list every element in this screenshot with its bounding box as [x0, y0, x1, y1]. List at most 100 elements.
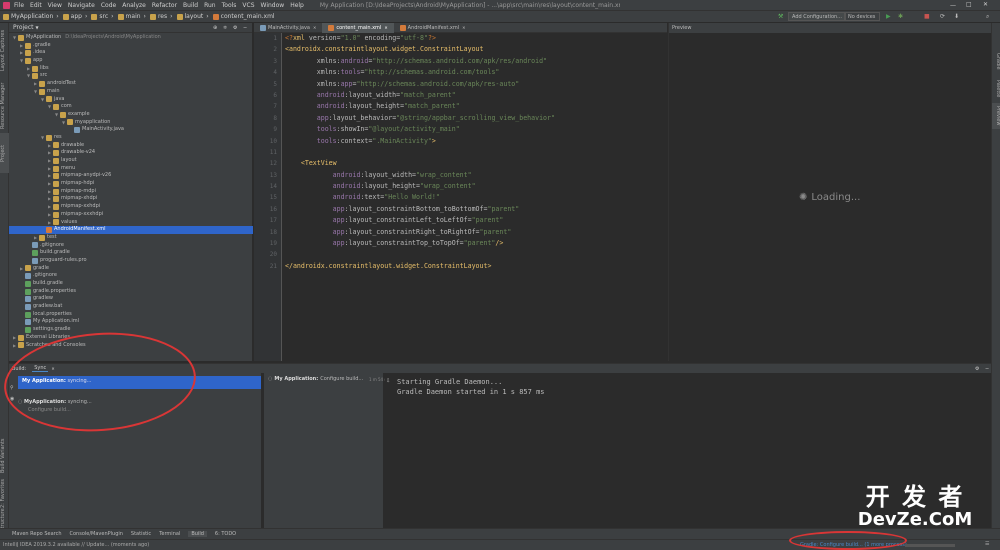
tree-item[interactable]: ▶ mipmap-mdpi [9, 188, 253, 196]
tree-item[interactable]: ▶ mipmap-xxhdpi [9, 203, 253, 211]
build-variants-tool-tab[interactable]: Build Variants [0, 433, 9, 478]
tree-item[interactable]: ▶ values [9, 219, 253, 227]
breadcrumb-item[interactable]: content_main.xml [212, 13, 275, 20]
preview-tool-tab[interactable]: Preview [992, 103, 1000, 129]
tree-item[interactable]: .gitignore [9, 272, 253, 280]
tree-item[interactable]: ▶ .gradle [9, 42, 253, 50]
tree-item[interactable]: My Application.iml [9, 318, 253, 326]
tree-item[interactable]: ▼ main [9, 88, 253, 96]
search-icon[interactable]: ⌕ [986, 13, 989, 21]
close-icon[interactable]: ✕ [983, 1, 988, 8]
tree-item[interactable]: ▶ menu [9, 165, 253, 173]
menu-item-build[interactable]: Build [183, 2, 198, 9]
tool-tab-console-mavenplugin[interactable]: Console/MavenPlugin [70, 531, 123, 537]
debug-icon[interactable]: ✱ [898, 13, 903, 20]
code-editor[interactable]: <?xml version="1.0" encoding="utf-8"?> <a… [285, 33, 665, 272]
menu-item-help[interactable]: Help [290, 2, 304, 9]
menu-item-refactor[interactable]: Refactor [152, 2, 177, 9]
gear-icon[interactable]: ⚙ [975, 366, 979, 372]
tree-item[interactable]: ▶ mipmap-xhdpi [9, 195, 253, 203]
tree-item[interactable]: ▼ example [9, 111, 253, 119]
close-icon[interactable]: ✕ [384, 25, 387, 30]
tool-tab-build[interactable]: Build [188, 531, 207, 537]
breadcrumb-item[interactable]: app › [62, 13, 87, 20]
minimize-icon[interactable]: — [950, 2, 956, 9]
add-configuration-button[interactable]: Add Configuration... [788, 12, 846, 21]
menu-item-analyze[interactable]: Analyze [122, 2, 146, 9]
menu-item-run[interactable]: Run [204, 2, 216, 9]
tree-item[interactable]: settings.gradle [9, 326, 253, 334]
breadcrumb-item[interactable]: res › [149, 13, 173, 20]
tree-item[interactable]: build.gradle [9, 249, 253, 257]
tool-tab-6-todo[interactable]: 6: TODO [215, 531, 236, 537]
tree-item[interactable]: .gitignore [9, 242, 253, 250]
editor-tab[interactable]: AndroidManifest.xml ✕ [394, 23, 472, 33]
menu-item-file[interactable]: File [14, 2, 24, 9]
tree-item[interactable]: ▼ myapplication [9, 119, 253, 127]
favorites-tool-tab[interactable]: 2: Favorites [0, 478, 9, 508]
sdk-manager-icon[interactable]: ⬇ [954, 13, 959, 20]
run-icon[interactable]: ▶ [886, 13, 891, 20]
tree-item[interactable]: build.gradle [9, 280, 253, 288]
hide-icon[interactable]: − [243, 25, 247, 31]
tree-item[interactable]: ▼ com [9, 103, 253, 111]
tree-item[interactable]: ▶ drawable-v24 [9, 149, 253, 157]
menu-item-edit[interactable]: Edit [30, 2, 42, 9]
hammer-icon[interactable]: ⚒ [778, 13, 783, 20]
tree-item[interactable]: gradle.properties [9, 288, 253, 296]
tree-item[interactable]: ▼ app [9, 57, 253, 65]
tree-item[interactable]: AndroidManifest.xml [9, 226, 253, 234]
layout-captures-tool-tab[interactable]: Layout Captures [0, 25, 9, 75]
build-output[interactable]: Starting Gradle Daemon... Gradle Daemon s… [385, 373, 991, 529]
status-message[interactable]: IntelliJ IDEA 2019.3.2 available // Upda… [3, 542, 149, 548]
chevron-down-icon[interactable]: ▼ [36, 25, 39, 30]
tree-item[interactable]: ▶ test [9, 234, 253, 242]
breadcrumb-item[interactable]: src › [91, 13, 114, 20]
sync-icon[interactable]: ⟳ [940, 13, 945, 20]
tree-item[interactable]: gradlew.bat [9, 303, 253, 311]
tree-item[interactable]: gradlew [9, 295, 253, 303]
editor-tab[interactable]: MainActivity.java ✕ [254, 23, 322, 33]
gradle-tool-tab[interactable]: Gradle [992, 47, 1000, 75]
menu-item-tools[interactable]: Tools [222, 2, 237, 9]
palette-tool-tab[interactable]: Palette [992, 77, 1000, 101]
project-panel-title[interactable]: Project [13, 24, 34, 31]
tree-item[interactable]: MainActivity.java [9, 126, 253, 134]
tree-item[interactable]: ▶ androidTest [9, 80, 253, 88]
breadcrumb-item[interactable]: layout › [176, 13, 209, 20]
editor-tab[interactable]: content_main.xml ✕ [322, 22, 394, 33]
resource-manager-tool-tab[interactable]: Resource Manager [0, 78, 9, 133]
collapse-icon[interactable]: ≑ [223, 25, 227, 31]
maximize-icon[interactable]: □ [966, 1, 972, 8]
close-icon[interactable]: ✕ [462, 25, 465, 30]
menu-item-window[interactable]: Window [261, 2, 285, 9]
close-icon[interactable]: ✕ [313, 25, 316, 30]
locate-icon[interactable]: ⊕ [213, 25, 217, 31]
project-tool-tab[interactable]: Project [0, 133, 9, 173]
tree-item[interactable]: ▼ res [9, 134, 253, 142]
gear-icon[interactable]: ⚙ [233, 25, 237, 31]
tree-item[interactable]: ▼ MyApplication D:\IdeaProjects\Android\My… [9, 34, 253, 42]
tree-item[interactable]: proguard-rules.pro [9, 257, 253, 265]
tree-item[interactable]: ▼ java [9, 96, 253, 104]
tree-item[interactable]: ▶ layout [9, 157, 253, 165]
tool-tab-terminal[interactable]: Terminal [159, 531, 180, 537]
stop-icon[interactable]: ■ [924, 13, 930, 20]
menu-item-vcs[interactable]: VCS [242, 2, 254, 9]
tree-item[interactable]: ▶ gradle [9, 265, 253, 273]
tree-item[interactable]: ▶ .idea [9, 49, 253, 57]
tree-item[interactable]: ▼ src [9, 72, 253, 80]
event-log-icon[interactable]: ☰ [985, 541, 989, 547]
breadcrumb-item[interactable]: MyApplication › [3, 13, 59, 20]
hide-icon[interactable]: − [985, 366, 989, 372]
tool-tab-maven-repo-search[interactable]: Maven Repo Search [12, 531, 62, 537]
menu-item-view[interactable]: View [48, 2, 62, 9]
breadcrumb-item[interactable]: main › [117, 13, 146, 20]
tool-tab-statistic[interactable]: Statistic [131, 531, 151, 537]
menu-item-navigate[interactable]: Navigate [68, 2, 95, 9]
tree-item[interactable]: ▶ libs [9, 65, 253, 73]
tree-item[interactable]: ▶ drawable [9, 142, 253, 150]
device-dropdown[interactable]: No devices [844, 12, 880, 21]
tree-item[interactable]: ▶ mipmap-hdpi [9, 180, 253, 188]
tree-item[interactable]: local.properties [9, 311, 253, 319]
